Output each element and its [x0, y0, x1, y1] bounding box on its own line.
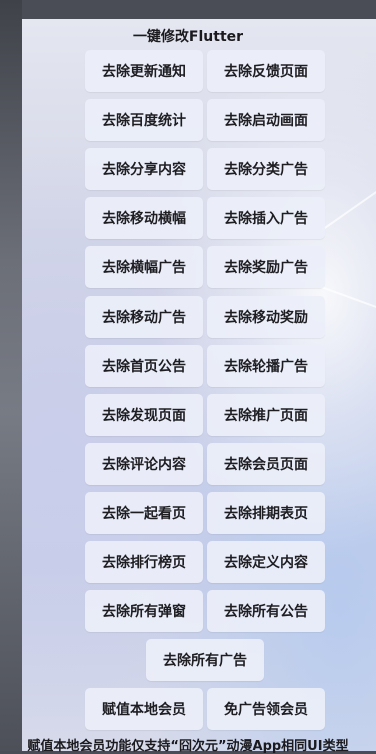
light-streak	[321, 177, 376, 231]
option-button[interactable]: 去除分享内容	[85, 148, 203, 191]
option-button[interactable]: 去除百度统计	[85, 99, 203, 142]
option-button[interactable]: 去除推广页面	[207, 393, 325, 436]
option-button[interactable]: 去除奖励广告	[207, 246, 325, 289]
option-button[interactable]: 去除移动奖励	[207, 295, 325, 338]
option-button[interactable]: 去除插入广告	[207, 197, 325, 240]
option-button[interactable]: 去除排期表页	[207, 491, 325, 534]
option-button[interactable]: 去除首页公告	[85, 344, 203, 387]
option-button[interactable]: 去除移动横幅	[85, 197, 203, 240]
option-button[interactable]: 去除所有公告	[207, 590, 325, 633]
option-button[interactable]: 去除移动广告	[85, 295, 203, 338]
footer-note: 赋值本地会员功能仅支持“囧次元”动漫App相同UI类型	[27, 739, 349, 754]
ad-free-vip-button[interactable]: 免广告领会员	[207, 688, 325, 730]
option-button[interactable]: 去除轮播广告	[207, 344, 325, 387]
option-button[interactable]: 去除评论内容	[85, 442, 203, 485]
remove-all-ads-button[interactable]: 去除所有广告	[146, 639, 264, 681]
option-button[interactable]: 去除横幅广告	[85, 246, 203, 289]
option-button[interactable]: 去除发现页面	[85, 393, 203, 436]
option-button[interactable]: 去除一起看页	[85, 491, 203, 534]
assign-local-vip-button[interactable]: 赋值本地会员	[85, 688, 203, 730]
dialog-title: 一键修改Flutter	[132, 29, 244, 45]
option-button[interactable]: 去除排行榜页	[85, 541, 203, 583]
option-button[interactable]: 去除分类广告	[207, 148, 325, 191]
option-button[interactable]: 去除反馈页面	[207, 50, 325, 92]
option-button[interactable]: 去除启动画面	[207, 99, 325, 142]
option-button[interactable]: 去除会员页面	[207, 442, 325, 485]
option-button[interactable]: 去除更新通知	[85, 50, 203, 92]
option-button[interactable]: 去除所有弹窗	[85, 590, 203, 633]
option-button[interactable]: 去除定义内容	[207, 541, 325, 583]
background-left	[0, 0, 22, 751]
